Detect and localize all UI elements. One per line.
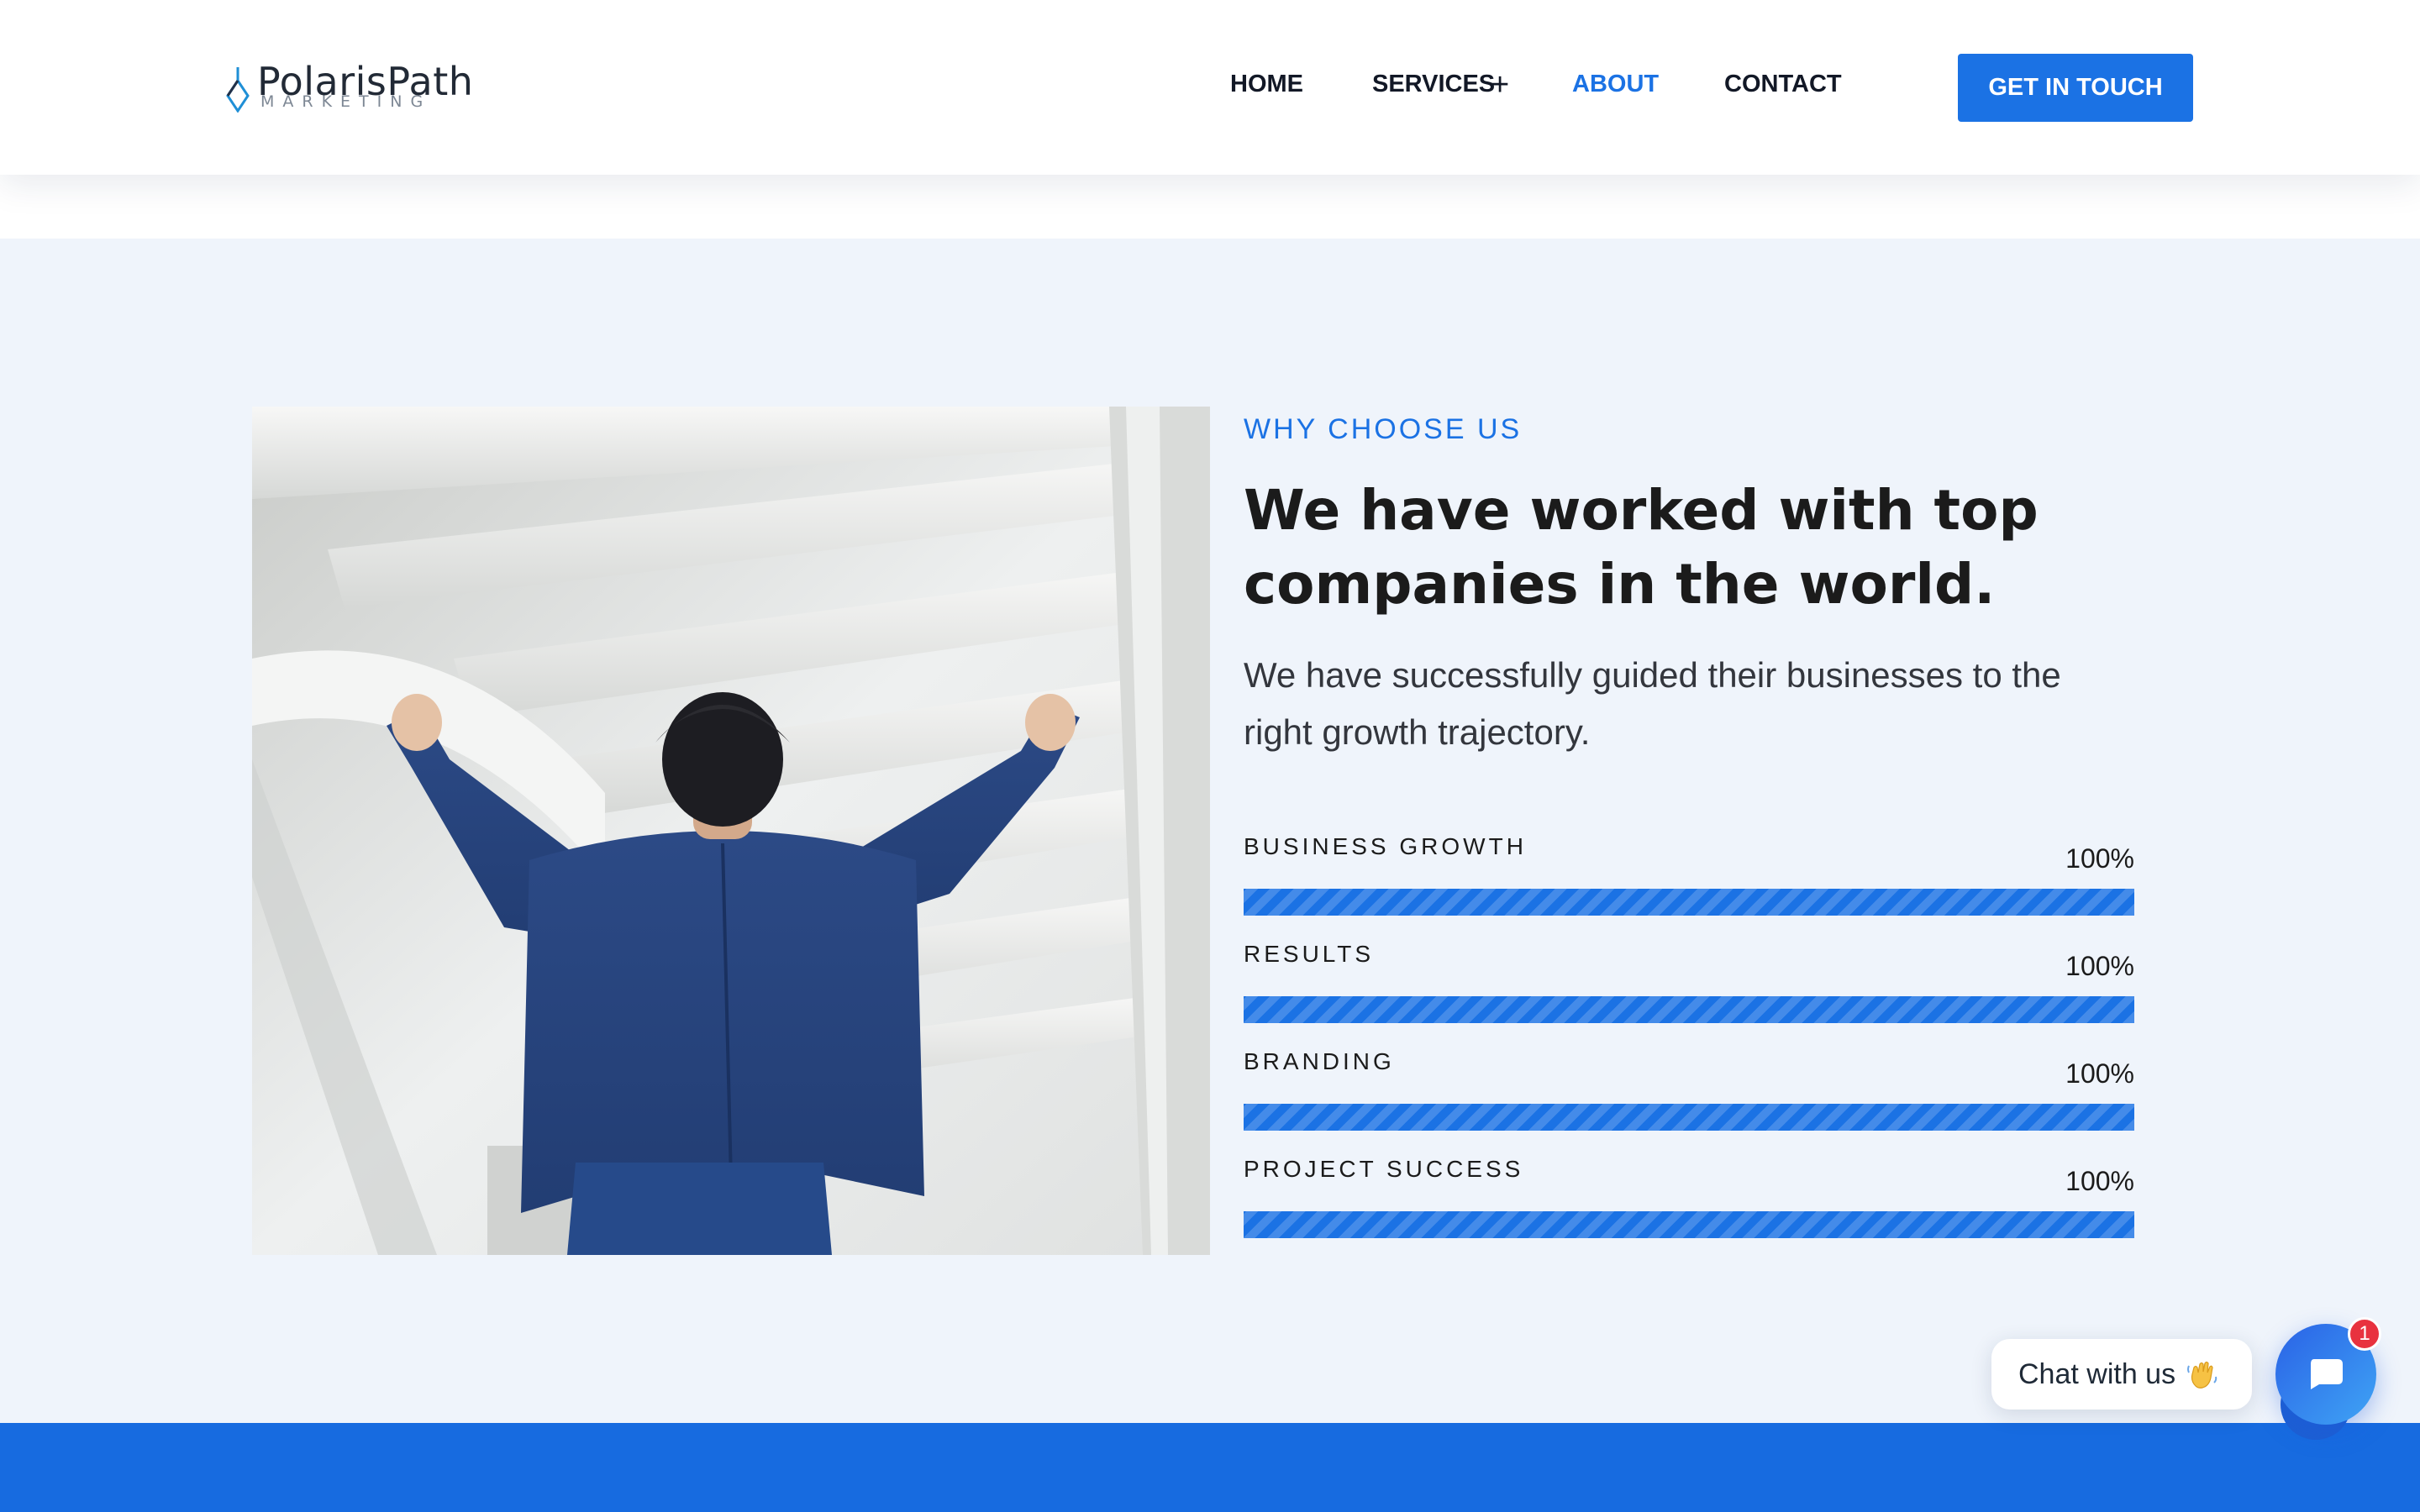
skill-label: PROJECT SUCCESS [1244, 1156, 1524, 1182]
skill-branding: BRANDING 100% [1244, 1048, 2134, 1149]
skill-label: RESULTS [1244, 941, 1375, 967]
plus-icon[interactable]: + [1491, 67, 1509, 103]
skill-progress-fill [1244, 996, 2134, 1023]
skill-percent: 100% [2065, 843, 2134, 874]
section-eyebrow: WHY CHOOSE US [1244, 413, 1523, 445]
skill-progress-bar [1244, 996, 2134, 1023]
compass-diamond-icon [226, 67, 250, 113]
section-lead: We have successfully guided their busine… [1244, 655, 2061, 752]
skill-percent: 100% [2065, 1166, 2134, 1196]
chat-icon [2311, 1359, 2343, 1389]
skill-progress-fill [1244, 1211, 2134, 1238]
nav-about[interactable]: ABOUT [1572, 71, 1659, 98]
footer-band [0, 1423, 2420, 1512]
skill-progress-bar [1244, 1211, 2134, 1238]
site-header: PolarisPath MARKETING HOME SERVICES + AB… [0, 0, 2420, 175]
brand-logo[interactable]: PolarisPath MARKETING [224, 59, 476, 116]
skill-progress-fill [1244, 1104, 2134, 1131]
skill-results: RESULTS 100% [1244, 941, 2134, 1042]
nav-home[interactable]: HOME [1230, 71, 1303, 98]
nav-contact[interactable]: CONTACT [1724, 71, 1842, 98]
brand-tagline: MARKETING [260, 92, 432, 111]
hero-image [252, 407, 1210, 1255]
skill-percent: 100% [2065, 951, 2134, 981]
skill-business-growth: BUSINESS GROWTH 100% [1244, 833, 2134, 934]
chat-prompt-bubble[interactable]: Chat with us [1991, 1339, 2252, 1410]
businessman-photo [252, 407, 1210, 1255]
skill-progress-bar [1244, 889, 2134, 916]
section-headline: We have worked with top companies in the… [1244, 478, 2039, 617]
skill-progress-fill [1244, 889, 2134, 916]
skill-label: BRANDING [1244, 1048, 1395, 1074]
nav-services[interactable]: SERVICES [1372, 71, 1495, 98]
get-in-touch-button[interactable]: GET IN TOUCH [1958, 54, 2193, 122]
chat-prompt-label: Chat with us [2018, 1357, 2176, 1390]
skill-percent: 100% [2065, 1058, 2134, 1089]
skill-label: BUSINESS GROWTH [1244, 833, 1527, 859]
waving-hand-icon [2187, 1361, 2217, 1389]
unread-badge: 1 [2348, 1317, 2381, 1351]
skill-project-success: PROJECT SUCCESS 100% [1244, 1156, 2134, 1257]
skill-progress-bar [1244, 1104, 2134, 1131]
